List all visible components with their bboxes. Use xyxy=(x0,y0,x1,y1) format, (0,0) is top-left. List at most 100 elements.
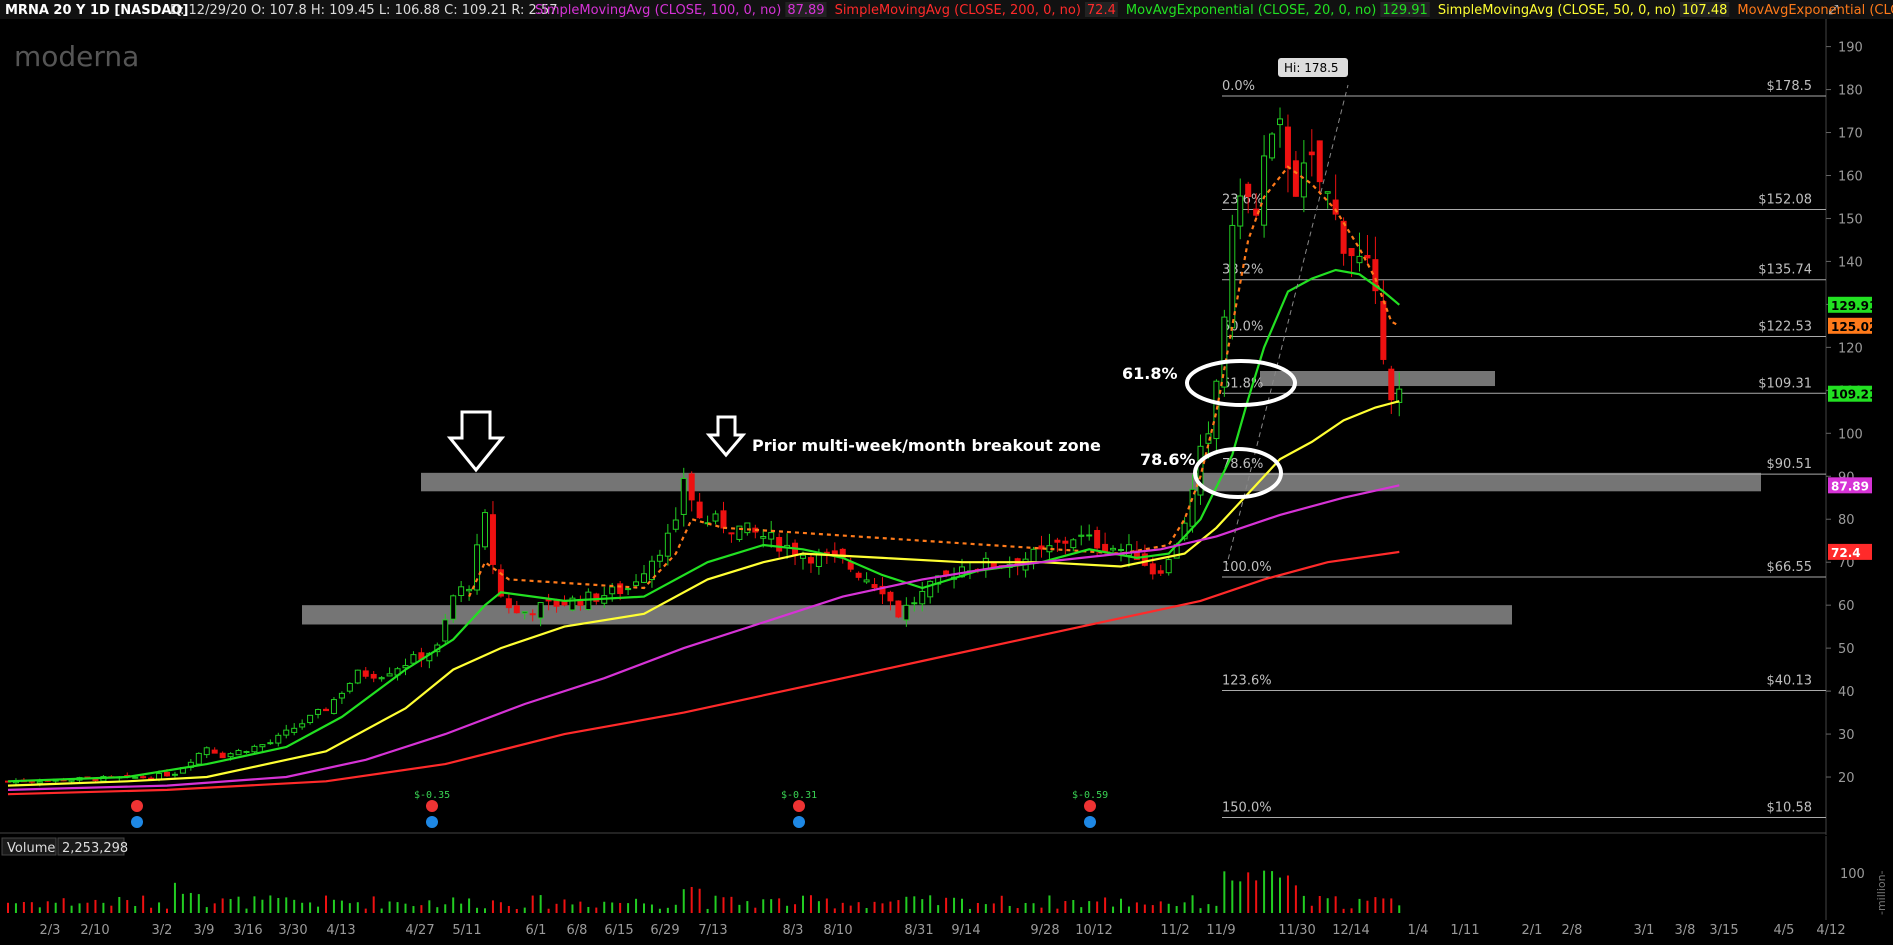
candle-body xyxy=(482,512,488,548)
volume-bar xyxy=(1215,905,1218,913)
volume-bar xyxy=(7,902,9,913)
volume-bar xyxy=(523,907,526,913)
support-zones xyxy=(302,370,1761,625)
candle-body xyxy=(656,554,663,562)
fib-price-label: $178.5 xyxy=(1767,79,1813,94)
down-arrow-icon xyxy=(446,410,506,473)
volume-bar xyxy=(603,901,606,913)
x-tick-label: 3/15 xyxy=(1709,923,1738,938)
volume-bar xyxy=(1199,908,1202,913)
volume-bar xyxy=(825,898,828,913)
candle-body xyxy=(728,532,735,535)
volume-bar xyxy=(126,900,129,913)
candle-body xyxy=(664,532,671,557)
fib-pct-label: 150.0% xyxy=(1222,801,1272,816)
volume-bar xyxy=(1390,898,1393,913)
candle-body xyxy=(760,536,767,539)
x-tick-label: 8/31 xyxy=(904,923,933,938)
candle-body xyxy=(1269,133,1276,159)
volume-bar xyxy=(1024,902,1027,913)
x-tick-label: 12/14 xyxy=(1332,923,1369,938)
x-tick-label: 3/2 xyxy=(152,923,173,938)
volume-bar xyxy=(937,905,940,913)
volume-bar xyxy=(802,895,804,913)
volume-bar xyxy=(229,898,232,913)
volume-bar xyxy=(70,905,73,913)
price-chart[interactable]: MRNA 20 Y 1D [NASDAQ] D: 12/29/20 O: 107… xyxy=(0,0,1893,945)
candle-body xyxy=(92,778,99,781)
candle-body xyxy=(513,605,520,614)
candle-body xyxy=(871,584,878,589)
candle-body xyxy=(1348,248,1355,257)
volume-bar xyxy=(674,904,677,913)
candle-body xyxy=(744,522,751,534)
price-badge-label: 87.89 xyxy=(1831,479,1869,493)
x-tick-label: 9/28 xyxy=(1030,923,1059,938)
candle-body xyxy=(330,699,337,714)
candle-body xyxy=(474,544,481,591)
volume-bar xyxy=(317,906,320,913)
dividend-icon xyxy=(426,800,438,812)
volume-bar xyxy=(889,901,892,913)
volume-bar xyxy=(1080,907,1083,913)
volume-bar xyxy=(627,903,630,913)
candle-body xyxy=(211,749,218,754)
candle-body xyxy=(36,781,43,784)
candle-body xyxy=(299,723,306,728)
volume-bar xyxy=(1310,905,1313,913)
volume-bar xyxy=(221,898,224,913)
candle-body xyxy=(712,513,719,522)
volume-bar xyxy=(1223,871,1226,913)
volume-bar xyxy=(1112,906,1115,913)
volume-bar xyxy=(1358,898,1361,913)
volume-bar xyxy=(682,889,685,913)
volume-bar xyxy=(1088,901,1091,913)
candle-body xyxy=(505,598,512,609)
volume-bar xyxy=(563,899,566,913)
volume-bar xyxy=(1135,902,1138,913)
candle-body xyxy=(887,591,894,602)
volume-bar xyxy=(738,904,741,913)
volume-bar xyxy=(945,897,948,913)
candle-body xyxy=(561,601,568,606)
volume-bar xyxy=(1294,885,1297,913)
candle-body xyxy=(585,591,592,611)
volume-bar xyxy=(444,904,447,913)
candle-body xyxy=(688,473,695,501)
candle-body xyxy=(338,692,345,699)
collapse-icon[interactable]: ⤢ xyxy=(1828,3,1838,18)
candle-body xyxy=(855,572,862,578)
candle-body xyxy=(1380,300,1387,360)
x-tick-label: 1/11 xyxy=(1450,923,1479,938)
volume-bar xyxy=(468,898,471,913)
volume-bar xyxy=(706,908,709,913)
ohlc-stats: D: 12/29/20 O: 107.8 H: 109.45 L: 106.88… xyxy=(170,3,558,18)
fib-pct-label: 0.0% xyxy=(1222,79,1255,94)
volume-bar xyxy=(770,899,773,913)
volume-bar xyxy=(1016,908,1019,913)
candle-body xyxy=(1086,534,1093,537)
earnings-label: $-0.59 xyxy=(1072,790,1108,801)
volume-bar xyxy=(579,901,582,913)
fib-pct-label: 50.0% xyxy=(1222,319,1263,334)
volume-bar xyxy=(1143,904,1146,913)
volume-bar xyxy=(611,902,614,913)
candle-body xyxy=(323,708,329,712)
candle-body xyxy=(1237,195,1244,227)
breakout-zone-label: Prior multi-week/month breakout zone xyxy=(752,436,1101,455)
candle-body xyxy=(625,588,632,591)
fib-price-label: $10.58 xyxy=(1767,801,1813,816)
fib-price-label: $40.13 xyxy=(1767,674,1813,689)
candle-body xyxy=(1149,563,1156,575)
candle-body xyxy=(267,742,274,745)
price-badge-label: 125.02 xyxy=(1831,320,1877,334)
candle-body xyxy=(776,536,783,552)
candle-body xyxy=(1102,543,1109,552)
candle-body xyxy=(903,604,910,621)
volume-bar xyxy=(571,904,574,913)
volume-bar xyxy=(237,896,240,913)
volume-bar xyxy=(754,907,757,913)
earnings-label: $-0.35 xyxy=(414,790,450,801)
volume-bar xyxy=(54,902,57,913)
volume-bar xyxy=(555,903,558,913)
